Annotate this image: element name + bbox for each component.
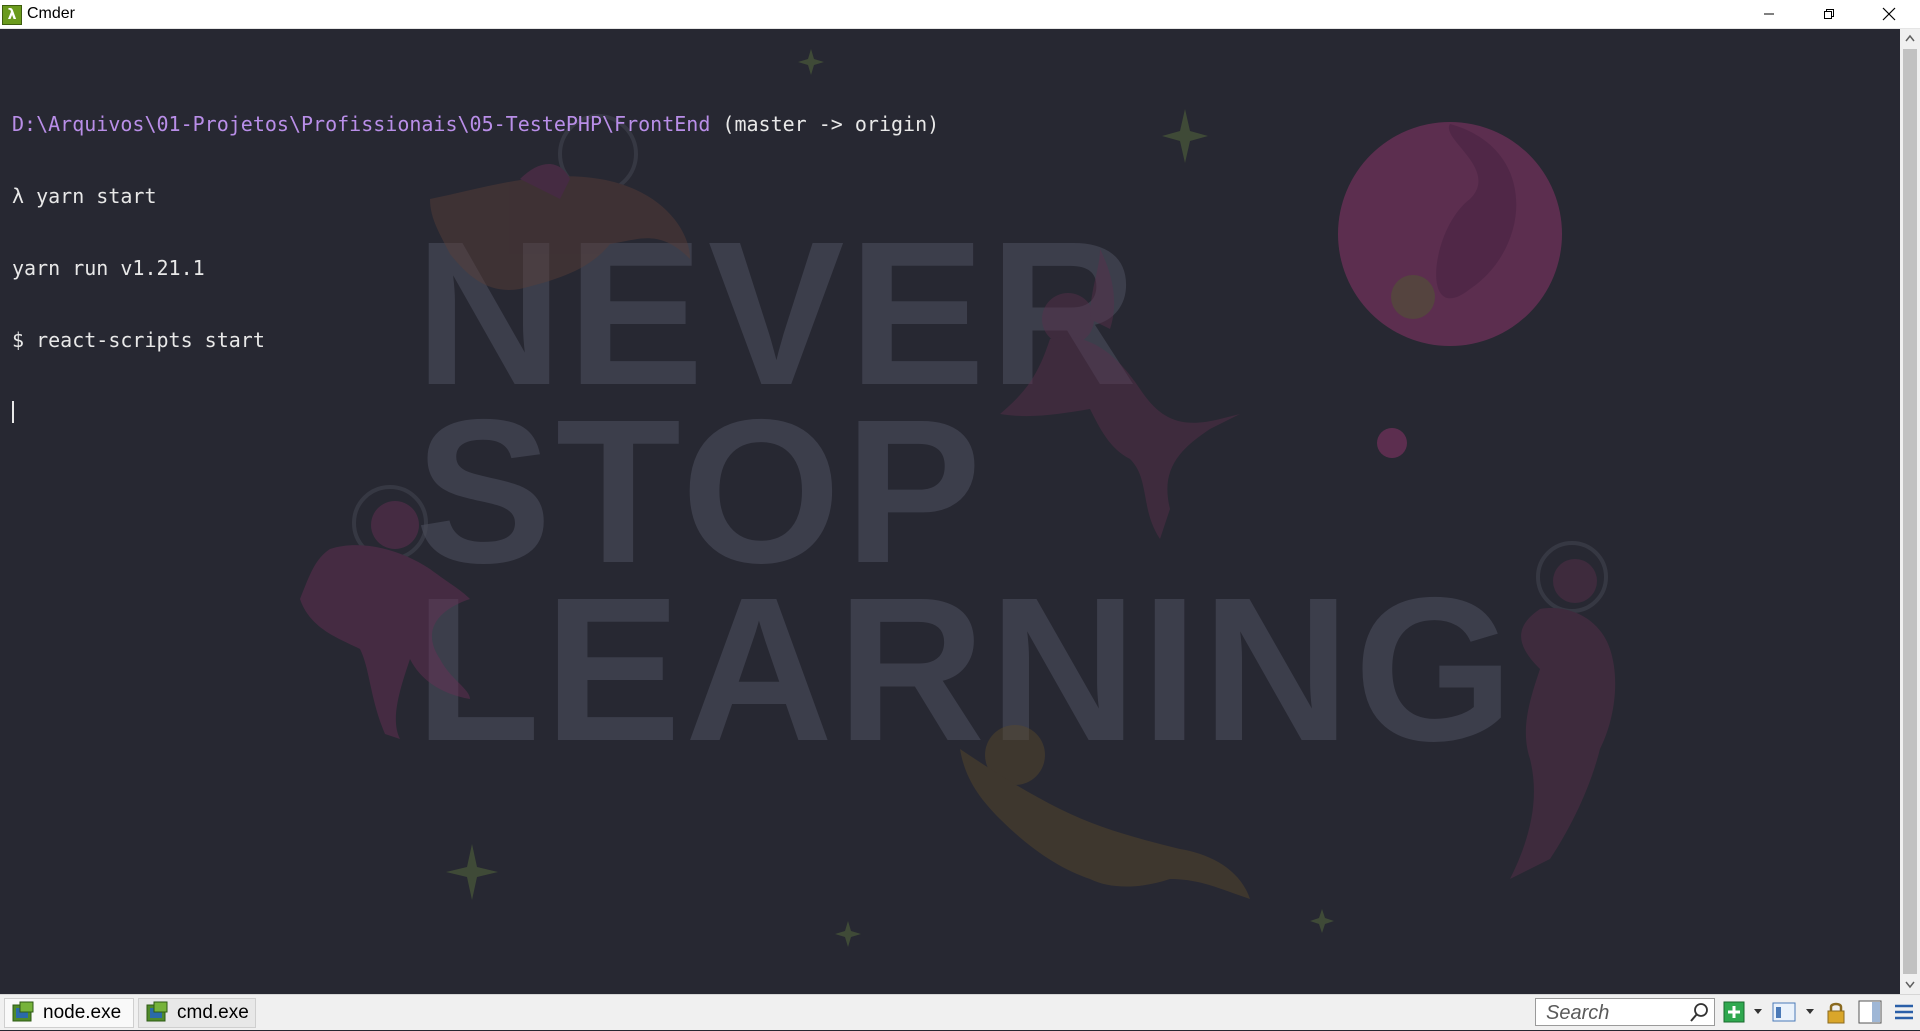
star-decoration: [1162, 109, 1208, 163]
output-line: $ react-scripts start: [12, 328, 265, 352]
window-title: Cmder: [27, 5, 76, 22]
small-moon-decoration: [1377, 428, 1407, 458]
astronaut-decoration-5: [1510, 541, 1616, 879]
chevron-down-icon: [1905, 981, 1915, 989]
menu-button[interactable]: [1892, 1000, 1916, 1024]
new-console-dropdown[interactable]: [1754, 1009, 1762, 1014]
split-view-icon: [1858, 1000, 1882, 1024]
console-tab-icon: [145, 1001, 169, 1025]
wallpaper-word-learning: LEARNING: [415, 555, 1518, 784]
tab-label: node.exe: [43, 1002, 122, 1023]
minimize-icon: [1764, 13, 1774, 15]
git-branch: (master -> origin): [710, 112, 940, 136]
scroll-up-button[interactable]: [1900, 29, 1920, 47]
tab-label: cmd.exe: [177, 1002, 249, 1023]
current-path: D:\Arquivos\01-Projetos\Profissionais\05…: [12, 112, 711, 136]
restore-icon: [1824, 9, 1834, 19]
prompt-line: D:\Arquivos\01-Projetos\Profissionais\05…: [12, 112, 939, 136]
star-decoration: [1310, 909, 1334, 933]
output-line: yarn run v1.21.1: [12, 256, 205, 280]
console-list-dropdown[interactable]: [1806, 1009, 1814, 1014]
terminal-console[interactable]: NEVER STOP LEARNING D:\Arquivos\01-Proje…: [0, 29, 1900, 994]
title-bar: λ Cmder: [0, 0, 1920, 29]
close-icon: [1882, 7, 1896, 21]
console-list-icon: [1772, 1002, 1796, 1022]
status-tab-bar: node.exe cmd.exe Search: [0, 994, 1920, 1030]
output-line: λ yarn start: [12, 184, 157, 208]
tab-cmd-exe[interactable]: cmd.exe: [138, 998, 256, 1028]
scroll-down-button[interactable]: [1900, 976, 1920, 994]
scrollbar-thumb[interactable]: [1903, 49, 1917, 974]
search-icon[interactable]: [1688, 1001, 1710, 1023]
console-list-button[interactable]: [1772, 1000, 1796, 1024]
new-console-button[interactable]: [1722, 1000, 1746, 1024]
vertical-scrollbar[interactable]: [1900, 29, 1920, 994]
restore-button[interactable]: [1800, 0, 1858, 28]
search-placeholder: Search: [1546, 1002, 1610, 1024]
chevron-up-icon: [1905, 34, 1915, 42]
search-input[interactable]: Search: [1535, 998, 1715, 1026]
cmder-logo-icon: λ: [2, 5, 22, 25]
menu-icon: [1895, 1004, 1913, 1020]
new-console-icon: [1723, 1001, 1745, 1023]
terminal-output: D:\Arquivos\01-Projetos\Profissionais\05…: [12, 64, 939, 472]
split-view-button[interactable]: [1858, 1000, 1882, 1024]
input-line[interactable]: [12, 400, 939, 424]
lock-icon: [1827, 1002, 1845, 1024]
star-decoration: [446, 844, 498, 900]
text-cursor: [12, 401, 14, 423]
lock-button[interactable]: [1824, 1000, 1848, 1024]
console-tab-icon: [11, 1001, 35, 1025]
minimize-button[interactable]: [1740, 0, 1798, 28]
tab-node-exe[interactable]: node.exe: [4, 998, 134, 1028]
close-button[interactable]: [1860, 0, 1918, 28]
star-decoration: [835, 921, 861, 947]
